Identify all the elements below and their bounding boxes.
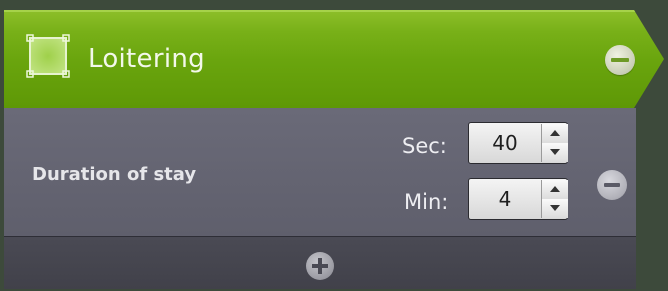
condition-footer — [4, 237, 636, 289]
min-value[interactable]: 4 — [469, 179, 541, 219]
min-label: Min: — [404, 190, 449, 214]
rule-title: Loitering — [88, 44, 205, 74]
condition-label: Duration of stay — [32, 164, 197, 185]
min-increment-button[interactable] — [542, 180, 568, 200]
minus-circle-icon — [604, 183, 620, 187]
condition-row: Duration of stay Sec: 40 Min: 4 — [4, 108, 636, 237]
loitering-zone-icon — [26, 34, 70, 78]
rule-header[interactable]: Loitering — [4, 10, 664, 108]
arrow-up-icon — [550, 186, 560, 192]
minus-circle-icon — [611, 58, 629, 62]
rule-editor: Loitering Duration of stay Sec: 40 Min: … — [0, 0, 668, 291]
arrow-down-icon — [550, 205, 560, 211]
sec-increment-button[interactable] — [542, 124, 568, 144]
remove-rule-button[interactable] — [605, 45, 635, 75]
sec-decrement-button[interactable] — [542, 143, 568, 162]
arrow-down-icon — [550, 149, 560, 155]
sec-value[interactable]: 40 — [469, 123, 541, 163]
min-spinbox[interactable]: 4 — [468, 178, 568, 220]
sec-label: Sec: — [402, 134, 447, 158]
arrow-up-icon — [550, 130, 560, 136]
sec-spinbox[interactable]: 40 — [468, 122, 568, 164]
remove-condition-button[interactable] — [597, 170, 627, 200]
rule-panel: Loitering Duration of stay Sec: 40 Min: … — [4, 10, 664, 290]
add-condition-button[interactable] — [306, 252, 334, 280]
min-decrement-button[interactable] — [542, 199, 568, 218]
